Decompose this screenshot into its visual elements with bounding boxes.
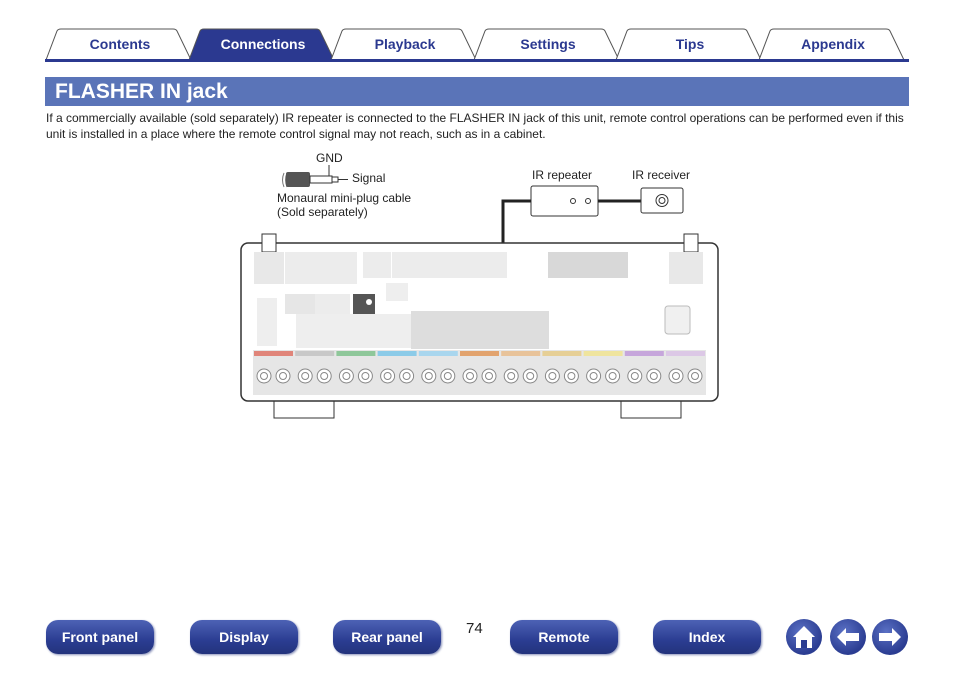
ir-repeater [530, 185, 599, 217]
front-panel-button[interactable]: Front panel [46, 620, 154, 654]
cable-label-2: (Sold separately) [277, 205, 368, 219]
ir-receiver [640, 187, 684, 214]
cable-label-1: Monaural mini-plug cable [277, 191, 411, 205]
flasher-in-jack-highlight [353, 294, 375, 314]
rear-panel-button[interactable]: Rear panel [333, 620, 441, 654]
gnd-label: GND [316, 151, 343, 165]
home-icon [793, 626, 815, 648]
page-number: 74 [466, 620, 483, 637]
forward-button[interactable] [872, 619, 908, 655]
remote-button[interactable]: Remote [510, 620, 618, 654]
av-receiver-rear-panel [240, 233, 719, 419]
signal-label: Signal [352, 171, 385, 185]
ir-repeater-label: IR repeater [532, 168, 592, 182]
arrow-left-icon [837, 628, 859, 646]
home-button[interactable] [786, 619, 822, 655]
index-button[interactable]: Index [653, 620, 761, 654]
mini-plug-cable-illustration [282, 165, 348, 188]
arrow-right-icon [879, 628, 901, 646]
connection-diagram: GND Signal Monaural mini-plug cable (Sol… [240, 151, 719, 419]
ir-receiver-label: IR receiver [632, 168, 690, 182]
display-button[interactable]: Display [190, 620, 298, 654]
back-button[interactable] [830, 619, 866, 655]
